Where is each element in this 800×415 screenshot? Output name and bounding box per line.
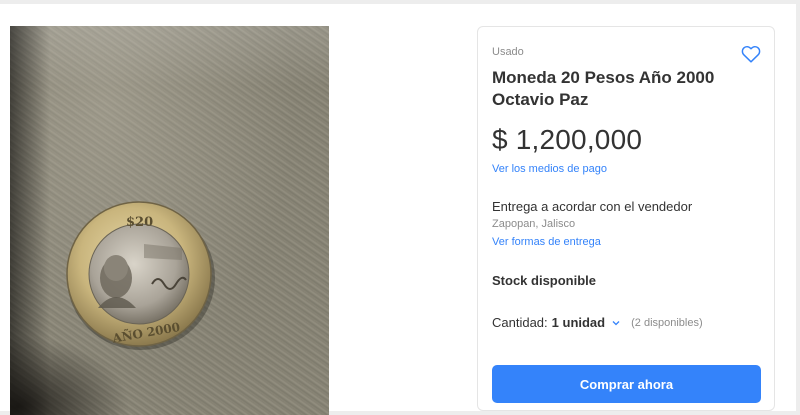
product-photo[interactable]: $20 AÑO 2000 <box>10 26 329 415</box>
product-title: Moneda 20 Pesos Año 2000 Octavio Paz <box>492 68 715 109</box>
heart-icon[interactable] <box>740 43 762 65</box>
available-count: (2 disponibles) <box>631 316 703 329</box>
chevron-down-icon[interactable] <box>611 318 621 328</box>
shipping-options-link[interactable]: Ver formas de entrega <box>492 236 601 248</box>
quantity-value[interactable]: 1 unidad <box>552 315 605 330</box>
page: $20 AÑO 2000 Usado Moneda 20 Pesos Año 2… <box>0 4 796 415</box>
quantity-selector[interactable]: Cantidad: 1 unidad (2 disponibles) <box>492 315 703 330</box>
product-price: $ 1,200,000 <box>492 124 643 155</box>
seller-location: Zapopan, Jalisco <box>492 218 576 230</box>
quantity-label: Cantidad: <box>492 315 548 330</box>
item-condition: Usado <box>492 46 524 58</box>
coin-denomination: $20 <box>126 215 153 230</box>
purchase-box: Usado Moneda 20 Pesos Año 2000 Octavio P… <box>477 26 775 411</box>
payment-methods-link[interactable]: Ver los medios de pago <box>492 163 607 175</box>
stock-status: Stock disponible <box>492 273 597 288</box>
coin-image: $20 AÑO 2000 <box>66 201 215 350</box>
buy-now-button[interactable]: Comprar ahora <box>492 365 761 403</box>
delivery-info: Entrega a acordar con el vendedor <box>492 199 693 214</box>
